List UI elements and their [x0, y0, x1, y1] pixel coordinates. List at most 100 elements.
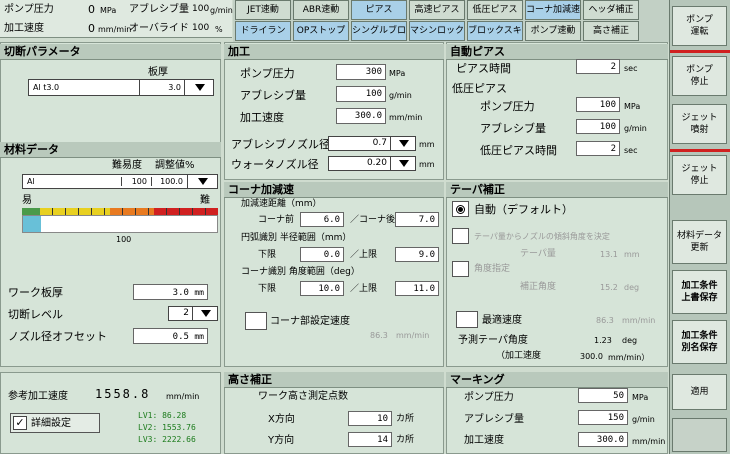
cut-param-selector[interactable]: Al t3.0 3.0 [28, 79, 214, 96]
cut-level-select[interactable]: 2 [168, 306, 218, 321]
process-nozzle-value: 0.7 [329, 137, 391, 150]
material-update-button[interactable]: 材料データ 更新 [672, 220, 727, 264]
pierce-time-label: ピアス時間 [456, 62, 511, 75]
jet-on-button[interactable]: ジェット 噴射 [672, 104, 727, 144]
process-pump-input[interactable]: 300 [336, 64, 386, 80]
save-overwrite-button[interactable]: 加工条件 上書保存 [672, 270, 727, 314]
nozzle-offset-value: 0.5 [172, 332, 189, 342]
toolbar-opstop-button[interactable]: OPストップ [293, 21, 349, 41]
pierce-time-input[interactable]: 2 [576, 59, 620, 74]
toolbar-pump-jog-button[interactable]: ポンプ速動 [525, 21, 581, 41]
ref-speed-value: 1558.8 [95, 387, 151, 401]
corner-angle-label: コーナ識別 角度範囲（deg） [241, 267, 360, 277]
taper-spd-label: （加工速度 [496, 351, 542, 361]
save-as-button[interactable]: 加工条件 別名保存 [672, 320, 727, 364]
pierce-pump-input[interactable]: 100 [576, 97, 620, 112]
toolbar-dryrun-button[interactable]: ドライラン [235, 21, 291, 41]
height-y-input[interactable]: 14 [348, 432, 392, 447]
lv2-text: LV2: 1553.76 [138, 423, 196, 432]
process-speed-input[interactable]: 300.0 [336, 108, 386, 124]
process-abr-input[interactable]: 100 [336, 86, 386, 102]
corner-aupper-input[interactable]: 11.0 [395, 281, 439, 296]
work-thickness-label: ワーク板厚 [8, 286, 63, 299]
toolbar-low-pierce-button[interactable]: 低圧ピアス [467, 0, 523, 20]
taper-auto-label: 自動（デフォルト） [474, 203, 573, 216]
taper-calc-radio[interactable] [452, 228, 469, 244]
status-abrasive-label: アブレシブ量 [129, 4, 189, 15]
marking-abr-label: アブレシブ量 [464, 414, 524, 425]
ref-speed-unit: mm/min [166, 392, 200, 401]
corner-before-label: コーナ前 [258, 215, 295, 225]
toolbar-machine-lock-button[interactable]: マシンロック [409, 21, 465, 41]
toolbar-pierce-button[interactable]: ピアス [351, 0, 407, 20]
marking-abr-input[interactable]: 150 [578, 410, 628, 425]
taper-max-checkbox[interactable] [456, 311, 478, 328]
cut-level-value: 2 [169, 307, 193, 320]
marking-abr-unit: g/min [632, 415, 655, 424]
pierce-abr-unit: g/min [624, 124, 647, 133]
chevron-down-icon[interactable] [392, 137, 415, 150]
marking-speed-label: 加工速度 [464, 435, 504, 446]
corner-alower-input[interactable]: 10.0 [300, 281, 344, 296]
pierce-pump-unit: MPa [624, 102, 641, 111]
chevron-down-icon[interactable] [187, 175, 217, 188]
material-selector[interactable]: Al 100 100.0 [22, 174, 218, 189]
toolbar: JET速動 ABR速動 ピアス 高速ピアス 低圧ピアス コーナ加減速 ヘッダ補正… [233, 0, 670, 42]
toolbar-fast-pierce-button[interactable]: 高速ピアス [409, 0, 465, 20]
toolbar-header-button[interactable]: ヘッダ補正 [583, 0, 639, 20]
toolbar-single-block-button[interactable]: シングルブロック [351, 21, 407, 41]
material-difficulty: 100 [121, 177, 147, 186]
material-adjust: 100.0 [151, 177, 183, 186]
blank-button[interactable] [672, 418, 727, 452]
corner-after-input[interactable]: 7.0 [395, 212, 439, 227]
pierce-abr-input[interactable]: 100 [576, 119, 620, 134]
process-water-label: ウォータノズル径 [231, 158, 319, 171]
process-pump-unit: MPa [389, 69, 406, 78]
work-thickness-input[interactable]: 3.0 mm [133, 284, 208, 300]
marking-pump-input[interactable]: 50 [578, 388, 628, 403]
difficulty-marker [23, 216, 41, 232]
height-x-input[interactable]: 10 [348, 411, 392, 426]
nozzle-offset-input[interactable]: 0.5 mm [133, 328, 208, 344]
process-water-select[interactable]: 0.20 [328, 156, 416, 171]
status-abrasive-unit: g/min [210, 6, 233, 15]
taper-angle-radio[interactable] [452, 261, 469, 277]
pierce-time-unit: sec [624, 64, 638, 73]
process-nozzle-unit: mm [419, 140, 435, 149]
process-nozzle-select[interactable]: 0.7 [328, 136, 416, 151]
jet-off-button[interactable]: ジェット 停止 [672, 155, 727, 195]
toolbar-height-button[interactable]: 高さ補正 [583, 21, 639, 41]
detail-settings-toggle[interactable]: ✓ 詳細設定 [10, 413, 100, 433]
taper-pred-unit: deg [622, 336, 638, 345]
marking-speed-input[interactable]: 300.0 [578, 432, 628, 447]
corner-upper-input[interactable]: 9.0 [395, 247, 439, 262]
chevron-down-icon[interactable] [184, 80, 214, 95]
corner-lower-input[interactable]: 0.0 [300, 247, 344, 262]
height-y-unit: カ所 [396, 435, 415, 445]
taper-max-unit: mm/min [622, 316, 656, 325]
material-difficulty-label: 難易度 [112, 160, 142, 171]
chevron-down-icon[interactable] [392, 157, 415, 170]
taper-spd-unit: mm/min） [608, 353, 650, 362]
height-x-unit: カ所 [396, 414, 415, 424]
apply-button[interactable]: 適用 [672, 374, 727, 410]
cut-param-thickness-label: 板厚 [148, 67, 168, 78]
taper-auto-radio[interactable] [452, 201, 469, 217]
chevron-down-icon[interactable] [194, 307, 217, 320]
toolbar-abr-button[interactable]: ABR速動 [293, 0, 349, 20]
corner-arc-label: 円弧識別 半径範囲（mm） [241, 233, 352, 243]
radio-dot-icon [456, 204, 465, 214]
pierce-lowtime-input[interactable]: 2 [576, 141, 620, 156]
corner-speed-checkbox[interactable] [245, 312, 267, 330]
toolbar-block-skip-button[interactable]: ブロックスキップ [467, 21, 523, 41]
pump-on-button[interactable]: ポンプ 運転 [672, 6, 727, 46]
check-icon: ✓ [13, 416, 27, 430]
corner-upper-label: ／上限 [350, 250, 378, 260]
taper-corr-label: 補正角度 [520, 282, 557, 292]
toolbar-corner-button[interactable]: コーナ加減速 [525, 0, 581, 20]
corner-before-input[interactable]: 6.0 [300, 212, 344, 227]
toolbar-jet-button[interactable]: JET速動 [235, 0, 291, 20]
pump-off-button[interactable]: ポンプ 停止 [672, 56, 727, 96]
height-y-label: Y方向 [268, 435, 295, 446]
status-override-value: 100 [192, 23, 210, 33]
